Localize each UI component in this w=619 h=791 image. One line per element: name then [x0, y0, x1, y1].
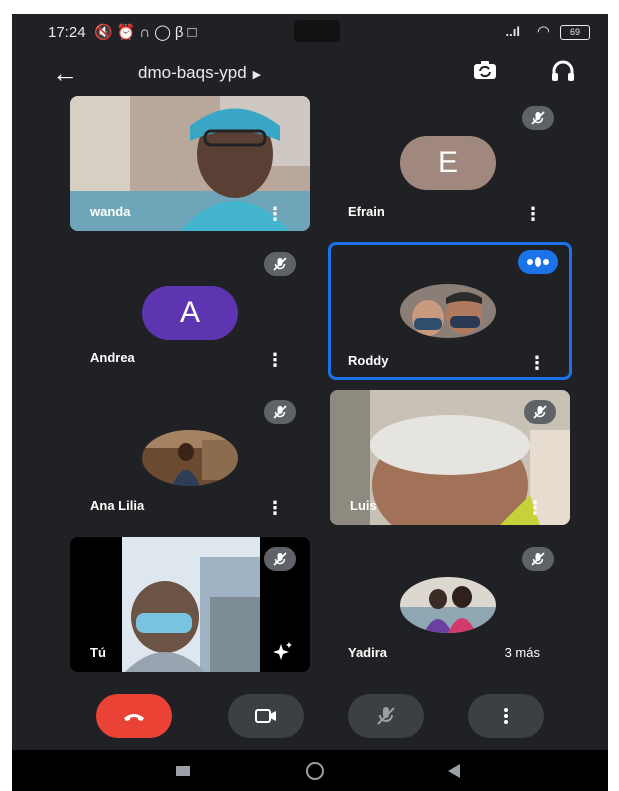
status-time: 17:24: [48, 24, 86, 41]
end-call-button[interactable]: [96, 694, 172, 738]
recents-icon[interactable]: [176, 766, 190, 776]
avatar-ana-lilia: [142, 430, 238, 486]
participant-tile-wanda[interactable]: wanda ⋮: [70, 96, 310, 231]
mic-off-badge: [524, 400, 556, 424]
mic-off-badge: [264, 547, 296, 571]
camera-icon: [255, 709, 276, 723]
mic-off-icon: [273, 552, 287, 566]
mic-off-icon: [533, 405, 547, 419]
participant-name: Ana Lilia: [90, 498, 145, 513]
mic-off-badge: [264, 252, 296, 276]
signal-icon: ..ıl: [505, 24, 520, 39]
participant-name: Efrain: [348, 204, 385, 219]
participant-name: wanda: [90, 204, 131, 219]
mic-off-icon: [273, 405, 287, 419]
mic-off-badge: [522, 547, 554, 571]
participant-name: Andrea: [90, 350, 135, 365]
participant-tile-ana-lilia[interactable]: Ana Lilia ⋮: [70, 390, 310, 525]
more-participants-label[interactable]: 3 más: [505, 645, 540, 660]
caret-right-icon: ▶: [252, 69, 262, 81]
microphone-toggle-button[interactable]: [348, 694, 424, 738]
call-controls: [12, 686, 608, 746]
mic-off-icon: [531, 552, 545, 566]
more-vert-icon[interactable]: ⋮: [524, 205, 542, 223]
avatar-yadira: [400, 577, 496, 633]
back-nav-icon[interactable]: [448, 764, 460, 778]
more-vert-icon[interactable]: ⋮: [266, 499, 284, 517]
camera-toggle-button[interactable]: [228, 694, 304, 738]
mic-off-badge: [264, 400, 296, 424]
avatar-efrain: E: [400, 136, 496, 190]
wifi-icon: ◠: [536, 23, 550, 40]
top-app-bar: ← dmo-baqs-ypd ▶: [12, 54, 608, 94]
participant-tile-yadira[interactable]: Yadira 3 más: [328, 537, 568, 672]
status-bar: 17:24 🔇⏰∩◯β□ ..ıl ◠ 69: [12, 14, 608, 54]
more-vert-icon: [504, 708, 508, 724]
participant-name: Roddy: [348, 353, 389, 368]
more-options-button[interactable]: [468, 694, 544, 738]
system-nav-bar: [12, 750, 608, 791]
more-vert-icon[interactable]: ⋮: [526, 499, 544, 517]
switch-camera-icon[interactable]: [472, 58, 498, 84]
participant-name: Yadira: [348, 645, 388, 660]
participant-tile-andrea[interactable]: A Andrea ⋮: [70, 242, 310, 377]
mic-off-badge: [522, 106, 554, 130]
participant-name: Tú: [90, 645, 106, 660]
effects-icon[interactable]: [270, 640, 294, 664]
end-call-icon: [124, 714, 144, 721]
participant-name: Luis: [350, 498, 377, 513]
mic-off-icon: [531, 111, 545, 125]
avatar-andrea: A: [142, 286, 238, 340]
camera-notch: [294, 20, 340, 42]
more-vert-icon[interactable]: ⋮: [266, 205, 284, 223]
more-vert-icon[interactable]: ⋮: [266, 351, 284, 369]
back-arrow-icon[interactable]: ←: [52, 58, 78, 89]
participant-tile-efrain[interactable]: E Efrain ⋮: [328, 96, 568, 231]
participant-tile-roddy[interactable]: Roddy ⋮: [328, 242, 572, 380]
phone-screen: 17:24 🔇⏰∩◯β□ ..ıl ◠ 69 ← dmo-baqs-ypd ▶: [12, 14, 608, 791]
participant-tile-luis[interactable]: Luis ⋮: [330, 390, 570, 525]
avatar-roddy: [400, 284, 496, 338]
meeting-code: dmo-baqs-ypd: [138, 63, 247, 82]
speaking-indicator: [518, 250, 558, 274]
battery-icon: 69: [560, 25, 590, 40]
mic-off-icon: [273, 257, 287, 271]
mic-off-icon: [377, 707, 395, 725]
home-icon[interactable]: [306, 762, 324, 780]
meeting-code-button[interactable]: dmo-baqs-ypd ▶: [138, 63, 261, 83]
participant-tile-self[interactable]: Tú: [70, 537, 310, 672]
more-vert-icon[interactable]: ⋮: [528, 354, 546, 372]
notification-icons: 🔇⏰∩◯β□: [94, 24, 201, 41]
headphones-icon[interactable]: [550, 58, 576, 84]
